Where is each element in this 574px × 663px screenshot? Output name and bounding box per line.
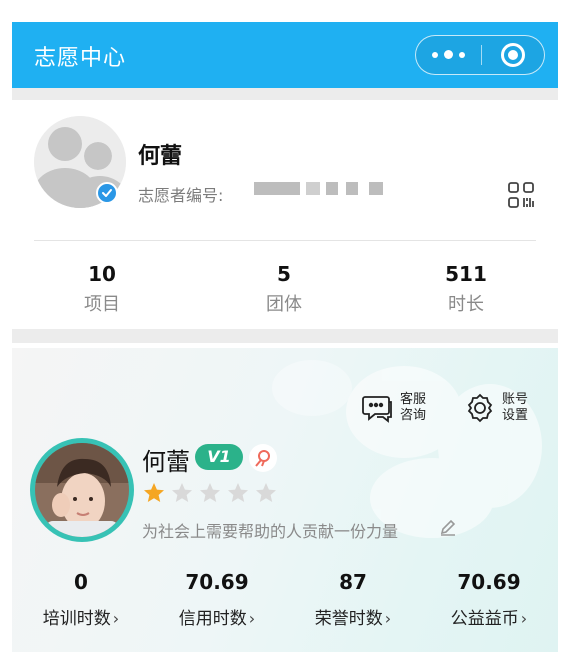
- account-settings-button[interactable]: 账号 设置: [464, 390, 544, 426]
- gear-icon: [467, 393, 493, 423]
- profile-name: 何蕾: [138, 144, 183, 169]
- chevron-right-icon: ›: [384, 609, 392, 628]
- edit-pencil-icon[interactable]: [439, 518, 457, 536]
- motto-text: 为社会上需要帮助的人贡献一份力量: [142, 522, 399, 541]
- chevron-right-icon: ›: [112, 609, 120, 628]
- card-user-name: 何蕾: [142, 448, 190, 476]
- volunteer-card: 客服 咨询 账号 设置 何蕾 V1 为社会上需要帮助的人贡献一份力量 0 培训时…: [12, 348, 558, 652]
- verified-check-icon: [96, 182, 118, 204]
- settings-label: 账号: [502, 392, 529, 407]
- stat-label: 项目: [84, 294, 120, 315]
- service-label: 客服: [400, 392, 427, 407]
- chevron-right-icon: ›: [520, 609, 528, 628]
- stat-label: 信用时数: [178, 609, 247, 629]
- section-gap: [12, 88, 558, 100]
- stat-value: 87: [339, 570, 367, 594]
- service-label: 咨询: [400, 408, 427, 423]
- chat-bubble-icon: [362, 396, 392, 423]
- stat-value: 70.69: [457, 570, 521, 594]
- stat-label: 时长: [448, 294, 484, 315]
- mini-program-capsule: [415, 35, 545, 75]
- qr-code-icon[interactable]: [508, 182, 534, 208]
- stat-value: 511: [445, 262, 487, 286]
- more-dots-icon[interactable]: [416, 36, 480, 73]
- stat-label: 培训时数: [42, 609, 111, 629]
- customer-service-button[interactable]: 客服 咨询: [362, 390, 442, 426]
- star-icon: [256, 483, 276, 502]
- stat-value: 70.69: [185, 570, 249, 594]
- level-badge: V1: [195, 444, 243, 470]
- stat-label: 荣誉时数: [314, 609, 383, 629]
- section-gap: [12, 329, 558, 343]
- volunteer-number-label: 志愿者编号:: [138, 186, 224, 205]
- chevron-right-icon: ›: [248, 609, 256, 628]
- user-avatar[interactable]: [30, 438, 134, 542]
- stat-projects[interactable]: 10 项目: [42, 262, 162, 316]
- stat-value: 5: [277, 262, 291, 286]
- page-title: 志愿中心: [34, 46, 127, 71]
- star-icon: [144, 483, 164, 502]
- volunteer-number-redacted: [254, 182, 389, 196]
- star-icon: [172, 483, 192, 502]
- stat-label: 公益益币: [450, 609, 519, 629]
- volunteer-center-page: 志愿中心 何蕾 志愿者编号: 10 项目 5 团体 511 时长 客服 咨询 账…: [12, 22, 558, 652]
- training-hours[interactable]: 0 培训时数 ›: [16, 570, 146, 629]
- credit-hours[interactable]: 70.69 信用时数 ›: [152, 570, 282, 629]
- charity-coins[interactable]: 70.69 公益益币 ›: [424, 570, 554, 629]
- stat-value: 10: [88, 262, 116, 286]
- stat-label: 团体: [266, 294, 302, 315]
- honor-hours[interactable]: 87 荣誉时数 ›: [288, 570, 418, 629]
- stat-duration[interactable]: 511 时长: [406, 262, 526, 316]
- stat-groups[interactable]: 5 团体: [224, 262, 344, 316]
- app-header: 志愿中心: [12, 22, 558, 88]
- medal-icon[interactable]: [249, 444, 277, 472]
- star-icon: [200, 483, 220, 502]
- stat-value: 0: [74, 570, 88, 594]
- star-icon: [228, 483, 248, 502]
- target-close-icon[interactable]: [482, 36, 544, 73]
- profile-divider: [34, 240, 536, 241]
- settings-label: 设置: [502, 408, 529, 423]
